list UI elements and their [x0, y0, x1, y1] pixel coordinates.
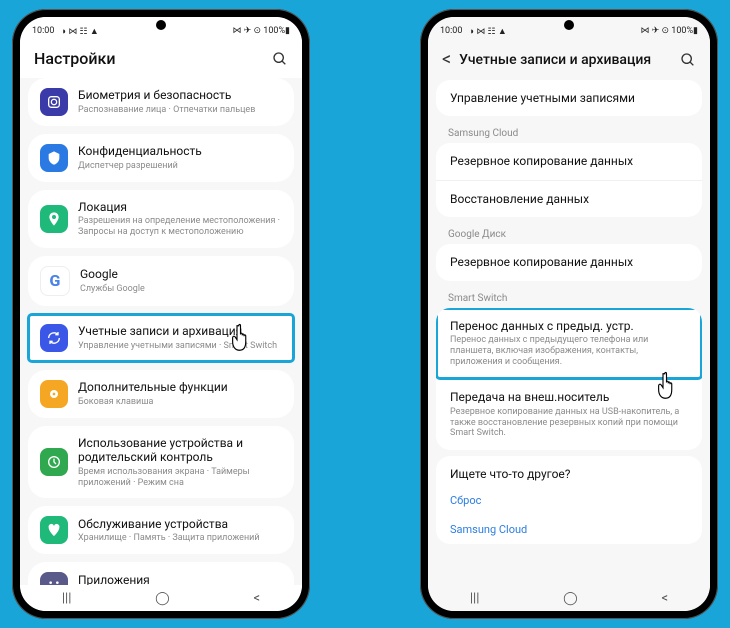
row-sub: Боковая клавиша	[78, 397, 282, 408]
row-advanced[interactable]: Дополнительные функции Боковая клавиша	[28, 370, 294, 418]
link-reset[interactable]: Сброс	[436, 486, 702, 515]
header: Настройки	[20, 41, 302, 78]
nav-bar: ||| ◯ <	[20, 585, 302, 611]
transfer-external[interactable]: Передача на внеш.носитель Резервное копи…	[436, 379, 702, 450]
page-title: Учетные записи и архивация	[459, 52, 680, 68]
row-label: Учетные записи и архивация	[78, 324, 282, 338]
nav-home[interactable]: ◯	[155, 591, 170, 606]
settings-list[interactable]: Биометрия и безопасность Распознавание л…	[20, 78, 302, 585]
row-sub: Службы Google	[80, 284, 282, 295]
row-sub: Разрешения на определение местоположения…	[78, 216, 282, 238]
header: < Учетные записи и архивация	[428, 41, 710, 80]
row-sub: Хранилище · Память · Защита приложений	[78, 533, 282, 544]
camera-hole	[156, 20, 166, 30]
row-label: Локация	[78, 200, 282, 214]
shield-icon	[40, 144, 68, 172]
nav-recent[interactable]: |||	[470, 591, 480, 606]
apps-icon	[40, 572, 68, 585]
row-apps[interactable]: Приложения Приложения по умолчанию · Нас…	[28, 562, 294, 585]
row-location[interactable]: Локация Разрешения на определение местоп…	[28, 190, 294, 248]
nav-recent[interactable]: |||	[62, 591, 72, 606]
biometrics-icon	[40, 88, 68, 116]
row-label: Приложения	[78, 573, 282, 585]
link-samsung-cloud[interactable]: Samsung Cloud	[436, 515, 702, 544]
phone-right: 10:00 ◑ ⋈ ☷ ▲ ⋈ ✈ ⊙ 100%▮ < Учетные запи…	[420, 9, 718, 619]
advanced-icon	[40, 380, 68, 408]
row-label: Обслуживание устройства	[78, 517, 282, 531]
row-google[interactable]: G Google Службы Google	[28, 256, 294, 306]
section-google-drive: Google Диск	[436, 223, 702, 244]
backup-google[interactable]: Резервное копирование данных	[436, 244, 702, 280]
row-accounts-backup[interactable]: Учетные записи и архивация Управление уч…	[28, 314, 294, 362]
search-icon[interactable]	[680, 52, 696, 68]
row-privacy[interactable]: Конфиденциальность Диспетчер разрешений	[28, 134, 294, 182]
section-smart-switch: Smart Switch	[436, 287, 702, 308]
section-samsung-cloud: Samsung Cloud	[436, 122, 702, 143]
row-sub: Время использования экрана · Таймеры при…	[78, 467, 282, 489]
row-sub: Распознавание лица · Отпечатки пальцев	[78, 105, 282, 116]
camera-hole	[564, 20, 574, 30]
row-label: Дополнительные функции	[78, 380, 282, 394]
nav-back[interactable]: <	[662, 591, 669, 606]
manage-accounts-card: Управление учетными записями	[436, 80, 702, 116]
back-icon[interactable]: <	[442, 49, 451, 70]
row-biometrics[interactable]: Биометрия и безопасность Распознавание л…	[28, 78, 294, 126]
row-label: Использование устройства и родительский …	[78, 436, 282, 465]
other-title: Ищете что-то другое?	[450, 467, 688, 481]
search-icon[interactable]	[272, 51, 288, 67]
nav-bar: ||| ◯ <	[428, 585, 710, 611]
phone-left: 10:00 ◑ ⋈ ☷ ▲ ⋈ ✈ ⊙ 100%▮ Настройки Биом…	[12, 9, 310, 619]
transfer-from-old[interactable]: Перенос данных с предыд. устр. Перенос д…	[436, 308, 702, 380]
google-icon: G	[40, 266, 70, 296]
smart-switch-card: Перенос данных с предыд. устр. Перенос д…	[436, 308, 702, 451]
care-icon	[40, 516, 68, 544]
samsung-cloud-card: Резервное копирование данных Восстановле…	[436, 143, 702, 217]
nav-home[interactable]: ◯	[563, 591, 578, 606]
row-sub: Управление учетными записями · Smart Swi…	[78, 341, 282, 352]
location-icon	[40, 205, 68, 233]
row-wellbeing[interactable]: Использование устройства и родительский …	[28, 426, 294, 498]
page-title: Настройки	[34, 49, 272, 68]
row-label: Биометрия и безопасность	[78, 88, 282, 102]
row-label: Google	[80, 267, 282, 281]
backup-samsung[interactable]: Резервное копирование данных	[436, 143, 702, 180]
nav-back[interactable]: <	[254, 591, 261, 606]
wellbeing-icon	[40, 448, 68, 476]
google-drive-card: Резервное копирование данных	[436, 244, 702, 280]
row-devicecare[interactable]: Обслуживание устройства Хранилище · Памя…	[28, 506, 294, 554]
manage-accounts[interactable]: Управление учетными записями	[436, 80, 702, 116]
sync-icon	[40, 324, 68, 352]
restore-samsung[interactable]: Восстановление данных	[436, 181, 702, 217]
row-sub: Диспетчер разрешений	[78, 161, 282, 172]
accounts-content[interactable]: Управление учетными записями Samsung Clo…	[428, 80, 710, 585]
other-card: Ищете что-то другое? Сброс Samsung Cloud	[436, 456, 702, 543]
row-label: Конфиденциальность	[78, 144, 282, 158]
